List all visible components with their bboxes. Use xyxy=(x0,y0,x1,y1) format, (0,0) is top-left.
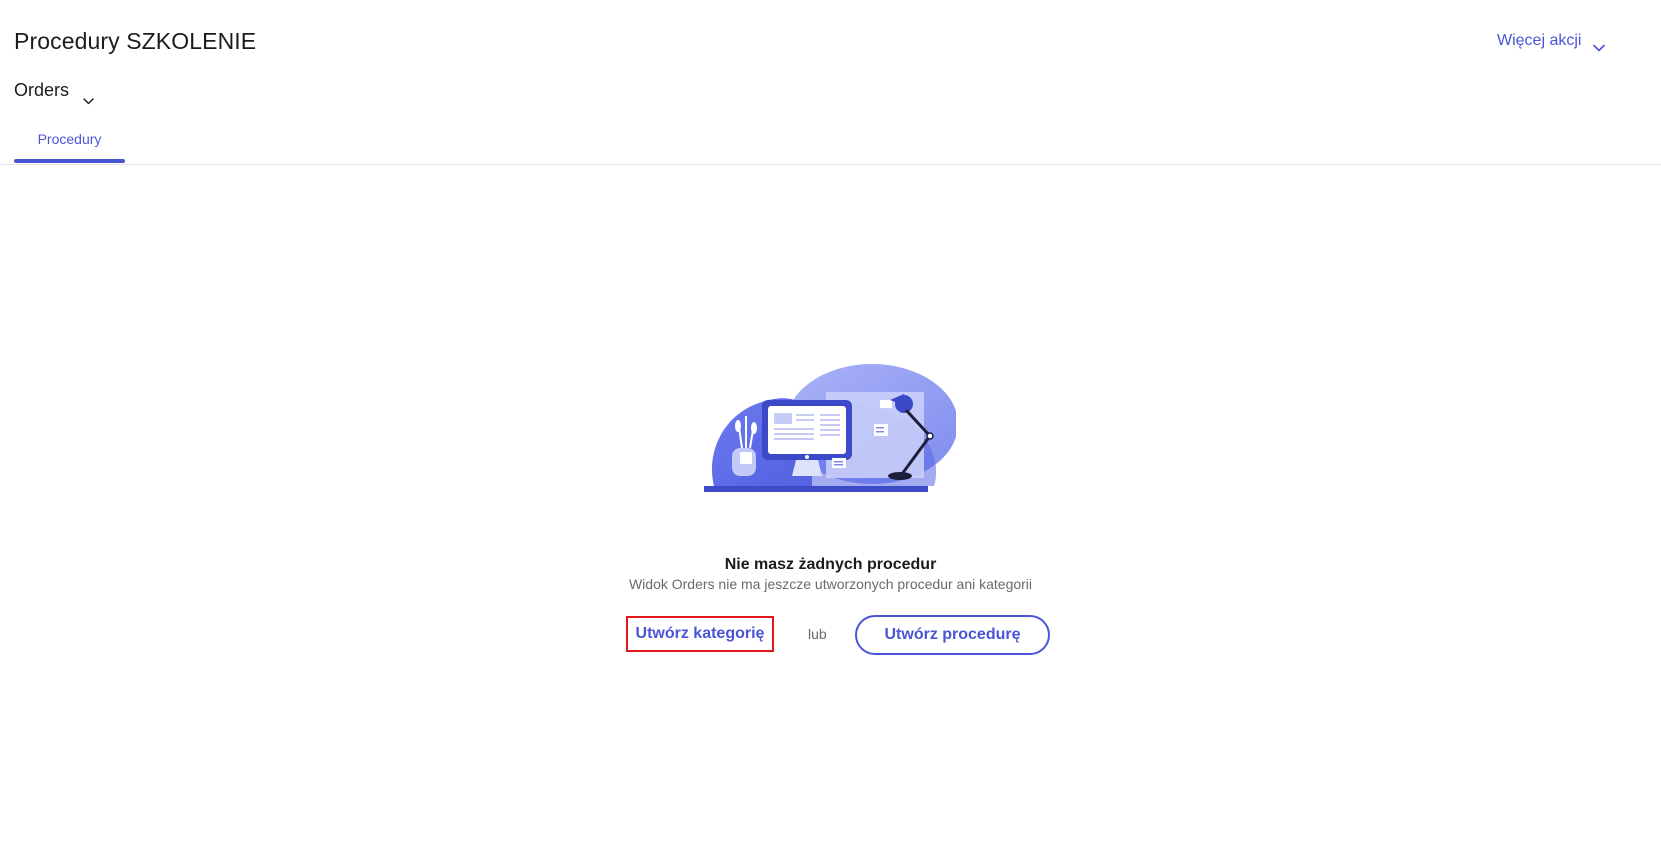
or-separator: lub xyxy=(808,626,827,642)
create-procedure-button[interactable]: Utwórz procedurę xyxy=(855,615,1050,655)
page-title: Procedury SZKOLENIE xyxy=(14,28,257,54)
view-selector-label: Orders xyxy=(14,80,70,100)
view-selector-dropdown[interactable]: Orders xyxy=(14,78,94,104)
chevron-down-icon xyxy=(1593,37,1606,52)
tab-bar: Procedury xyxy=(0,126,1661,165)
tab-procedury[interactable]: Procedury xyxy=(14,126,125,163)
empty-state-title: Nie masz żadnych procedur xyxy=(724,556,937,573)
empty-state-subtitle: Widok Orders nie ma jeszcze utworzonych … xyxy=(628,576,1033,592)
active-tab-indicator xyxy=(14,159,125,163)
create-category-button[interactable]: Utwórz kategorię xyxy=(626,616,774,652)
empty-state-illustration xyxy=(704,364,958,494)
more-actions-dropdown[interactable]: Więcej akcji xyxy=(1497,30,1606,52)
chevron-down-icon xyxy=(83,87,94,104)
tab-label: Procedury xyxy=(37,131,102,147)
more-actions-label: Więcej akcji xyxy=(1497,32,1582,49)
